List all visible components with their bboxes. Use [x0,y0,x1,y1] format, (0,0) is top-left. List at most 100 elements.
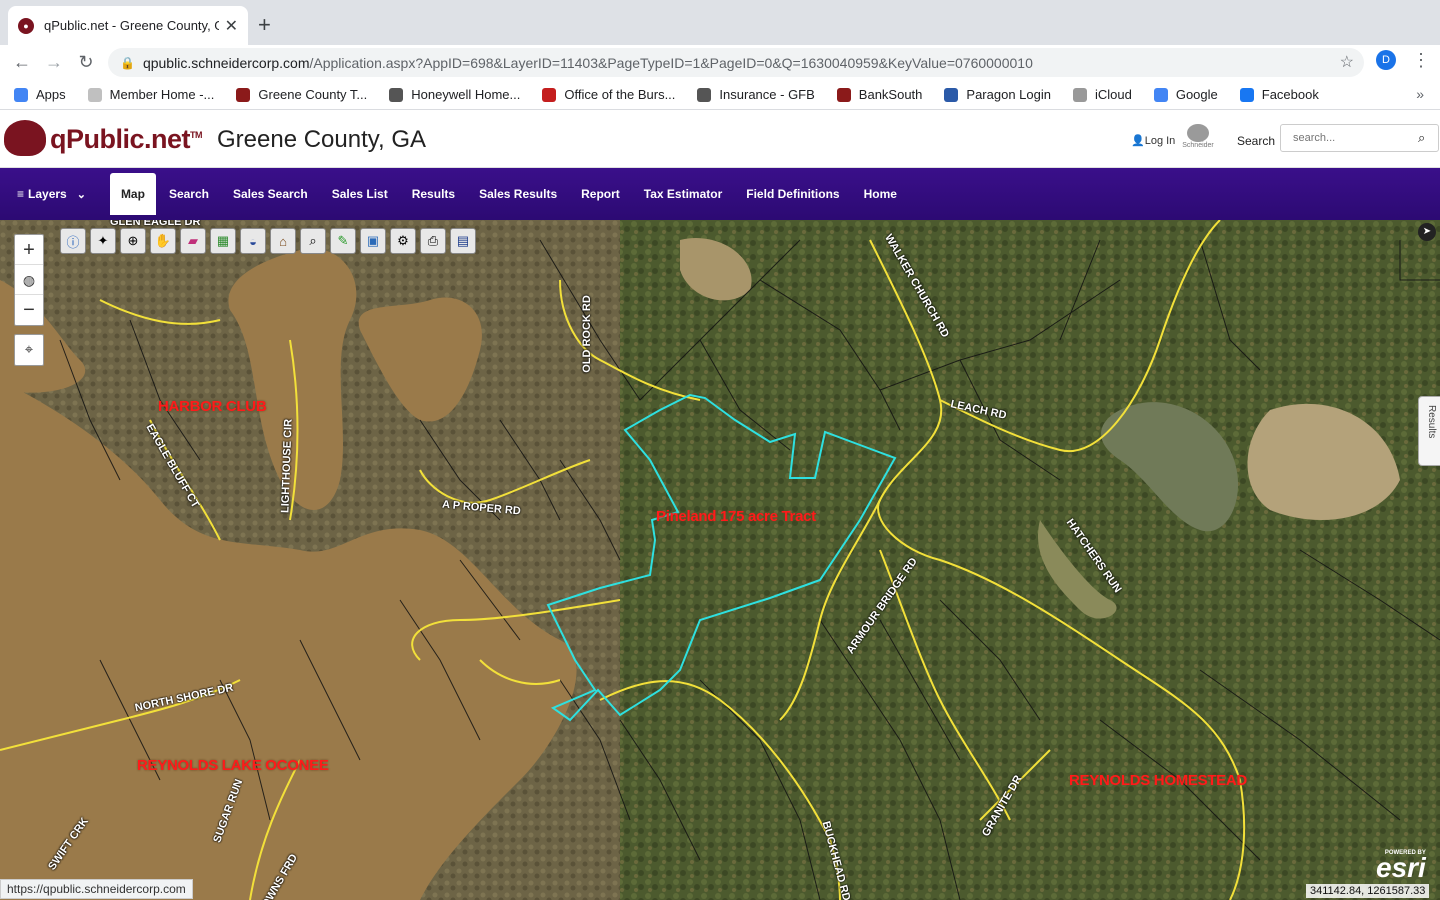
print-icon[interactable]: ⎙ [420,228,446,254]
building-icon[interactable]: ⌂ [270,228,296,254]
nav-results[interactable]: Results [412,173,455,215]
bookmark-item[interactable]: Facebook [1239,87,1319,102]
login-link[interactable]: 👤Log In [1131,134,1175,147]
nav-sales-results[interactable]: Sales Results [479,173,557,215]
measure-icon[interactable]: ⚙ [390,228,416,254]
forward-arrow-icon[interactable]: → [38,52,70,73]
lock-icon: 🔒 [120,55,135,70]
nav-tax-estimator[interactable]: Tax Estimator [644,173,722,215]
bookmark-item[interactable]: Insurance - GFB [697,87,815,102]
bookmark-label: Insurance - GFB [719,87,815,102]
nav-label: Report [581,187,620,201]
tract-label: Pineland 175 acre Tract [656,508,816,525]
address-bar[interactable]: 🔒 qpublic.schneidercorp.com/Application.… [108,48,1364,77]
nav-search[interactable]: Search [169,173,209,215]
bookmark-item[interactable]: Honeywell Home... [389,87,520,102]
identify-icon[interactable]: ⓘ [60,228,86,254]
bookmark-item[interactable]: Office of the Burs... [542,87,675,102]
zoom-out-icon[interactable]: − [15,295,43,325]
bookmark-favicon-icon [14,87,28,102]
reload-icon[interactable]: ↻ [70,52,102,73]
coordinate-readout: 341142.84, 1261587.33 [1306,884,1430,898]
locate-icon[interactable]: ⌖ [15,335,43,365]
bookmark-label: Apps [36,87,66,102]
bookmark-label: Facebook [1261,87,1319,102]
bookmark-label: Office of the Burs... [564,87,676,102]
road-label: GLEN EAGLE DR [110,220,201,228]
compass-icon[interactable]: ➤ [1418,223,1436,241]
bookmark-label: Honeywell Home... [411,87,521,102]
buffer-icon[interactable]: ▦ [210,228,236,254]
eraser-icon[interactable]: ▰ [180,228,206,254]
bookmark-favicon-icon [87,87,102,102]
schneider-logo[interactable]: Schneider [1180,124,1216,154]
nav-label: Map [120,187,145,201]
draw-pencil-icon[interactable]: ✎ [330,228,356,254]
bookmark-item[interactable]: BankSouth [836,87,922,102]
nav-label: Tax Estimator [643,187,723,201]
browser-tab[interactable]: ● qPublic.net - Greene County, G ✕ [8,6,248,45]
browser-toolbar: ← → ↻ 🔒 qpublic.schneidercorp.com/Applic… [0,45,1440,80]
harbor-club-label: HARBOR CLUB [158,398,267,415]
more-bookmarks-icon[interactable]: » [1416,86,1424,102]
bookmark-favicon-icon [542,87,557,102]
zoom-box-icon[interactable]: ⊕ [120,228,146,254]
bookmark-label: Greene County T... [258,87,368,102]
nav-report[interactable]: Report [581,173,620,215]
main-nav: ≡ Layers ⌄ Map Search Sales Search Sales List R… [0,168,1440,220]
nav-label: Home [863,187,897,201]
login-label: Log In [1144,135,1176,147]
nav-layers[interactable]: ≡ Layers ⌄ [17,173,86,215]
nav-map[interactable]: Map [109,173,156,215]
nav-sales-search[interactable]: Sales Search [233,173,308,215]
select-icon[interactable]: ✦ [90,228,116,254]
new-tab-button[interactable]: + [258,12,271,38]
bookmark-item[interactable]: Greene County T... [236,87,367,102]
nav-label: Search [168,187,209,201]
map-toolbar: ⓘ ✦ ⊕ ✋ ▰ ▦ ◒ ⌂ ⌕ ✎ ▣ ⚙ ⎙ ▤ [60,228,480,254]
bookmark-label: Member Home -... [109,87,215,102]
bookmark-item[interactable]: Member Home -... [87,87,215,102]
bookmark-item[interactable]: Google [1153,87,1218,102]
schneider-text: Schneider [1182,142,1214,149]
layers-stack-icon: ≡ [17,187,25,201]
road-label: OLD ROCK RD [580,295,593,373]
back-arrow-icon[interactable]: ← [6,52,38,73]
map-view[interactable]: HARBOR CLUB Pineland 175 acre Tract REYN… [0,220,1440,900]
user-icon: 👤 [1131,135,1145,147]
nav-home[interactable]: Home [864,173,897,215]
aerial-map[interactable] [0,220,1440,900]
nav-label: Sales Results [479,187,558,201]
save-icon[interactable]: ▤ [450,228,476,254]
zoom-in-icon[interactable]: + [15,235,43,265]
nav-label: Sales Search [232,187,308,201]
search-icon[interactable]: ⌕ [1418,130,1425,146]
bookmark-item[interactable]: Apps [14,87,66,102]
logo-tm: TM [190,130,203,140]
nav-field-definitions[interactable]: Field Definitions [746,173,839,215]
qpublic-logo-icon[interactable] [4,120,46,156]
search-label: Search [1237,134,1276,148]
nav-label: Results [411,187,456,201]
bookmark-star-icon[interactable]: ☆ [1340,52,1354,72]
qpublic-logo[interactable]: qPublic.netTM [50,124,203,155]
url-host: qpublic.schneidercorp.com [142,54,310,71]
layers-icon[interactable]: ◒ [240,228,266,254]
pan-hand-icon[interactable]: ✋ [150,228,176,254]
reynolds-lake-oconee-label: REYNOLDS LAKE OCONEE [137,757,329,774]
bookmark-favicon-icon [944,87,959,102]
search-map-icon[interactable]: ⌕ [300,228,326,254]
profile-avatar[interactable]: D [1376,50,1396,70]
globe-icon[interactable]: ◍ [15,265,43,295]
bookmark-favicon-icon [1072,87,1087,102]
zoom-controls: + ◍ − [14,234,44,326]
bookmark-item[interactable]: iCloud [1072,87,1132,102]
search-input[interactable] [1280,124,1439,152]
bookmark-item[interactable]: Paragon Login [944,87,1051,102]
export-map-icon[interactable]: ▣ [360,228,386,254]
close-tab-icon[interactable]: ✕ [225,16,238,36]
nav-sales-list[interactable]: Sales List [332,173,388,215]
browser-menu-icon[interactable]: ⋮ [1412,50,1430,71]
results-side-tab[interactable]: Results [1418,396,1440,466]
site-favicon-icon: ● [18,17,34,34]
